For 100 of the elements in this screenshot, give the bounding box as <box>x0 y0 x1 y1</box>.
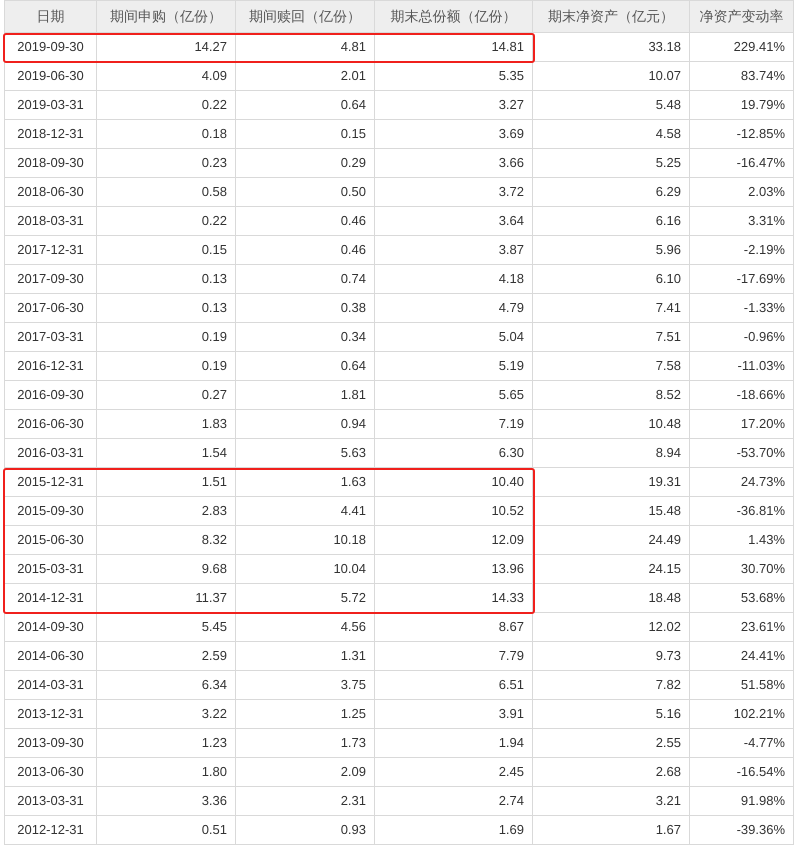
table-cell: 7.19 <box>374 410 532 438</box>
table-cell: 4.09 <box>96 62 236 90</box>
table-cell: 1.31 <box>236 642 374 670</box>
table-cell: 5.19 <box>374 352 532 380</box>
table-cell: 3.66 <box>374 148 532 178</box>
table-cell: -4.77% <box>690 728 794 758</box>
table-cell: 91.98% <box>690 786 794 816</box>
table-cell: 2015-06-30 <box>4 526 96 554</box>
table-cell: 15.48 <box>532 496 690 526</box>
table-cell: 2018-06-30 <box>4 178 96 206</box>
table-cell: 0.74 <box>236 264 374 294</box>
table-cell: 1.81 <box>236 380 374 410</box>
table-cell: 3.27 <box>374 90 532 120</box>
table-cell: 2016-06-30 <box>4 410 96 438</box>
table-cell: 0.34 <box>236 322 374 352</box>
table-cell: 2014-06-30 <box>4 642 96 670</box>
table-cell: 1.25 <box>236 700 374 728</box>
table-cell: 0.15 <box>96 236 236 264</box>
table-cell: 7.41 <box>532 294 690 322</box>
table-cell: 1.67 <box>532 816 690 844</box>
table-cell: 17.20% <box>690 410 794 438</box>
table-cell: 2.09 <box>236 758 374 786</box>
table-cell: 3.75 <box>236 670 374 700</box>
table-cell: 3.21 <box>532 786 690 816</box>
table-cell: 0.50 <box>236 178 374 206</box>
column-header: 期间赎回（亿份） <box>236 0 374 32</box>
table-cell: 23.61% <box>690 612 794 642</box>
table-cell: 6.51 <box>374 670 532 700</box>
table-cell: 2.74 <box>374 786 532 816</box>
table-cell: 5.48 <box>532 90 690 120</box>
table-cell: 2016-12-31 <box>4 352 96 380</box>
table-cell: 12.09 <box>374 526 532 554</box>
table-cell: 2017-03-31 <box>4 322 96 352</box>
table-cell: 2014-09-30 <box>4 612 96 642</box>
table-cell: 0.19 <box>96 322 236 352</box>
table-cell: 3.64 <box>374 206 532 236</box>
table-cell: 0.46 <box>236 206 374 236</box>
table-cell: 0.23 <box>96 148 236 178</box>
table-cell: 229.41% <box>690 32 794 62</box>
table-cell: 2015-12-31 <box>4 468 96 496</box>
table-cell: 10.48 <box>532 410 690 438</box>
table-cell: 9.68 <box>96 554 236 584</box>
table-cell: 2016-03-31 <box>4 438 96 468</box>
table-cell: 3.72 <box>374 178 532 206</box>
table-cell: 2017-06-30 <box>4 294 96 322</box>
table-cell: 0.22 <box>96 90 236 120</box>
table-cell: 2013-09-30 <box>4 728 96 758</box>
table-cell: 8.52 <box>532 380 690 410</box>
table-cell: 2.83 <box>96 496 236 526</box>
table-cell: -11.03% <box>690 352 794 380</box>
table-cell: 2.68 <box>532 758 690 786</box>
table-cell: 0.22 <box>96 206 236 236</box>
table-cell: 5.16 <box>532 700 690 728</box>
table-cell: 0.13 <box>96 264 236 294</box>
table-cell: 0.46 <box>236 236 374 264</box>
table-cell: 2017-12-31 <box>4 236 96 264</box>
table-cell: 83.74% <box>690 62 794 90</box>
table-cell: -2.19% <box>690 236 794 264</box>
table-cell: 0.27 <box>96 380 236 410</box>
column-header: 净资产变动率 <box>690 0 794 32</box>
table-cell: -18.66% <box>690 380 794 410</box>
table-cell: 30.70% <box>690 554 794 584</box>
column-header: 日期 <box>4 0 96 32</box>
table-cell: 13.96 <box>374 554 532 584</box>
table-cell: 3.69 <box>374 120 532 148</box>
table-cell: 7.51 <box>532 322 690 352</box>
table-cell: 9.73 <box>532 642 690 670</box>
table-cell: -1.33% <box>690 294 794 322</box>
table-cell: -16.54% <box>690 758 794 786</box>
table-cell: -16.47% <box>690 148 794 178</box>
table-cell: 3.91 <box>374 700 532 728</box>
table-cell: 5.63 <box>236 438 374 468</box>
table-cell: 6.30 <box>374 438 532 468</box>
table-cell: 1.83 <box>96 410 236 438</box>
table-cell: 6.29 <box>532 178 690 206</box>
table-cell: 10.07 <box>532 62 690 90</box>
table-cell: 0.13 <box>96 294 236 322</box>
table-cell: 2014-03-31 <box>4 670 96 700</box>
table-cell: 1.94 <box>374 728 532 758</box>
table-cell: 1.63 <box>236 468 374 496</box>
table-cell: 0.51 <box>96 816 236 844</box>
table-cell: 33.18 <box>532 32 690 62</box>
table-cell: 10.52 <box>374 496 532 526</box>
table-cell: 0.64 <box>236 90 374 120</box>
table-cell: 7.58 <box>532 352 690 380</box>
table-cell: 10.04 <box>236 554 374 584</box>
table-cell: -0.96% <box>690 322 794 352</box>
table-cell: 6.16 <box>532 206 690 236</box>
table-cell: 2013-06-30 <box>4 758 96 786</box>
table-cell: 8.94 <box>532 438 690 468</box>
table-cell: 5.65 <box>374 380 532 410</box>
table-cell: 10.40 <box>374 468 532 496</box>
table-cell: 0.64 <box>236 352 374 380</box>
table-cell: 4.79 <box>374 294 532 322</box>
table-cell: 1.43% <box>690 526 794 554</box>
table-cell: 5.96 <box>532 236 690 264</box>
table-cell: 102.21% <box>690 700 794 728</box>
table-cell: 1.69 <box>374 816 532 844</box>
table-cell: 7.79 <box>374 642 532 670</box>
table-cell: -36.81% <box>690 496 794 526</box>
